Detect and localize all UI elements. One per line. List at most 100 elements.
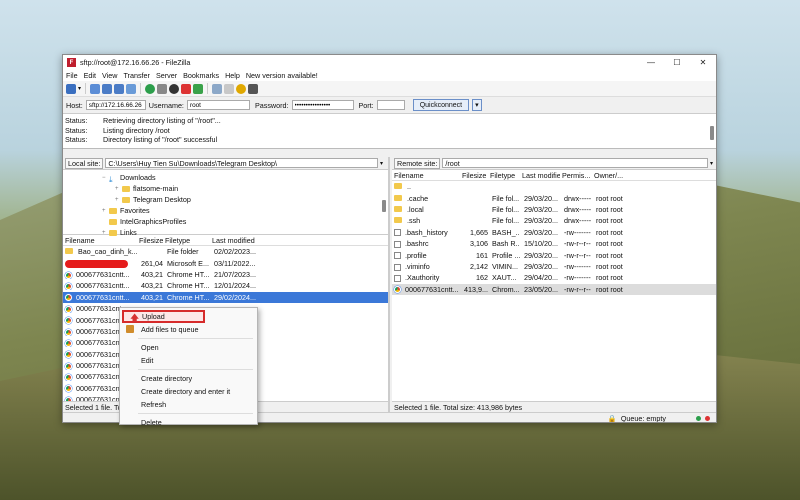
edit-menu-item[interactable]: Edit [120,354,257,367]
tree-item-label: flatsome-main [133,184,179,193]
tree-item[interactable]: + Telegram Desktop [63,194,388,205]
create-directory-enter-menu-item[interactable]: Create directory and enter it [120,385,257,398]
cell-text: 413,9... [464,284,488,294]
remote-file-row[interactable]: .bashrc 3,106 Bash R... 15/10/20... -rw-r--r… [392,238,716,249]
remote-file-row[interactable]: .profile 161 Profile ... 29/03/20... -rw-r--… [392,249,716,260]
remote-file-row[interactable]: .local File fol... 29/03/20... drwx----- roo… [392,204,716,215]
cell-text: root root [596,239,623,249]
process-queue-icon[interactable] [157,83,168,94]
upload-menu-item[interactable]: 🡅 Upload [122,310,205,323]
maximize-button[interactable]: ☐ [664,58,690,67]
menu-transfer[interactable]: Transfer [123,71,150,80]
remote-cell-name: .local [392,205,460,214]
compare-icon[interactable] [236,83,247,94]
chevron-down-icon[interactable]: ▾ [710,160,716,167]
log-scrollbar[interactable] [710,126,714,140]
chrome-icon [65,374,72,382]
toggle-remote-tree-icon[interactable] [114,83,125,94]
remote-file-row[interactable]: .bash_history 1,665 BASH_... 29/03/20... -rw… [392,227,716,238]
menu-server[interactable]: Server [156,71,177,80]
expand-toggle-icon[interactable]: + [115,197,122,203]
tree-item[interactable]: + Favorites [63,205,388,216]
cell-text: 12/01/2024... [214,281,256,291]
remote-file-row[interactable]: .Xauthority 162 XAUT... 29/04/20... -rw-----… [392,272,716,283]
site-manager-icon[interactable] [66,83,76,94]
local-file-row[interactable]: 000677631cntt... 403,218 Chrome HT... 21/07… [63,269,388,280]
filter-icon[interactable] [212,83,223,94]
search-icon[interactable] [224,83,235,94]
col-filename[interactable]: Filename [392,171,460,180]
remote-cell-perm: -rw------- [560,262,592,271]
chevron-down-icon[interactable]: ▾ [380,160,388,167]
remote-cell-perm: -rw-r--r-- [560,239,592,248]
host-input[interactable] [85,100,146,110]
tree-item[interactable]: − ⤓ Downloads [63,172,388,184]
col-filetype[interactable]: Filetype [488,171,520,180]
toggle-queue-icon[interactable] [126,83,137,94]
local-cell-size [137,247,163,256]
tree-item[interactable]: + Links [63,227,388,238]
chevron-down-icon[interactable]: ▾ [78,85,81,92]
menu-edit[interactable]: Edit [84,71,96,80]
tree-item[interactable]: + flatsome-main [63,183,388,194]
cell-text [562,182,564,191]
toolbar: ▾ [63,81,716,97]
refresh-icon[interactable] [145,83,156,94]
toolbar-separator [207,83,209,94]
remote-file-row[interactable]: .. [392,181,716,192]
menu-help[interactable]: Help [225,71,240,80]
remote-file-row[interactable]: .cache File fol... 29/03/20... drwx----- roo… [392,192,716,203]
tree-item[interactable]: IntelGraphicsProfiles [63,216,388,227]
delete-menu-item[interactable]: Delete [120,416,257,429]
cancel-icon[interactable] [169,83,180,94]
local-cell-type: Microsoft E... [163,259,210,268]
remote-file-row[interactable]: .ssh File fol... 29/03/20... drwx----- root … [392,215,716,226]
open-menu-item[interactable]: Open [120,341,257,354]
col-permissions[interactable]: Permis... [560,171,592,180]
expand-toggle-icon[interactable]: − [102,175,109,181]
menu-new-version[interactable]: New version available! [246,71,318,80]
reconnect-icon[interactable] [193,83,204,94]
create-directory-menu-item[interactable]: Create directory [120,372,257,385]
tree-scrollbar[interactable] [382,200,386,212]
close-button[interactable]: ✕ [690,58,716,67]
menu-view[interactable]: View [102,71,117,80]
local-file-row[interactable]: Bao_cao_dinh_k... File folder 02/02/2023..… [63,246,388,257]
chrome-icon [65,317,72,325]
menu-bookmarks[interactable]: Bookmarks [183,71,219,80]
col-last-modified[interactable]: Last modified [520,171,560,180]
local-file-row[interactable]: 000677631cntt... 403,218 Chrome HT... 12/01… [63,280,388,291]
local-cell-mod: 02/02/2023... [210,247,260,256]
remote-file-row[interactable]: .viminfo 2,142 VIMIN... 29/03/20... -rw-----… [392,261,716,272]
add-to-queue-menu-item[interactable]: Add files to queue [120,323,257,336]
remote-file-row[interactable]: 000677631cntt... 413,9... Chrom... 23/05/20… [392,283,716,295]
expand-toggle-icon[interactable]: + [102,230,109,236]
binoculars-icon[interactable] [248,83,259,94]
remote-cell-mod: 15/10/20... [520,239,560,248]
download-icon: ⤓ [109,174,113,184]
cell-text: 000677631cnt [76,338,122,348]
username-input[interactable] [186,100,250,110]
remote-path-input[interactable]: /root [442,158,708,168]
expand-toggle-icon[interactable]: + [102,208,109,214]
local-file-row[interactable]: 261,046 Microsoft E... 03/11/2022... [63,257,388,268]
folder-icon [394,183,402,190]
port-input[interactable] [376,100,405,110]
tree-item-label: Favorites [120,206,150,215]
minimize-button[interactable]: — [638,58,664,67]
password-input[interactable] [291,100,354,110]
disconnect-icon[interactable] [181,83,192,94]
toggle-local-tree-icon[interactable] [102,83,113,94]
file-icon [394,263,401,271]
toggle-log-icon[interactable] [90,83,101,94]
col-filesize[interactable]: Filesize [460,171,488,180]
local-path-input[interactable]: C:\Users\Huy Tien Su\Downloads\Telegram … [105,158,378,168]
quickconnect-button[interactable]: Quickconnect [412,99,470,111]
menu-file[interactable]: File [66,71,78,80]
cell-text: 000677631cnt [76,372,122,382]
col-owner[interactable]: Owner/... [592,171,628,180]
refresh-menu-item[interactable]: Refresh [120,398,257,411]
expand-toggle-icon[interactable]: + [115,186,122,192]
quickconnect-dropdown-icon[interactable]: ▾ [472,99,482,111]
local-file-row[interactable]: 000677631cntt... 403,218 Chrome HT... 29/02… [63,291,388,303]
